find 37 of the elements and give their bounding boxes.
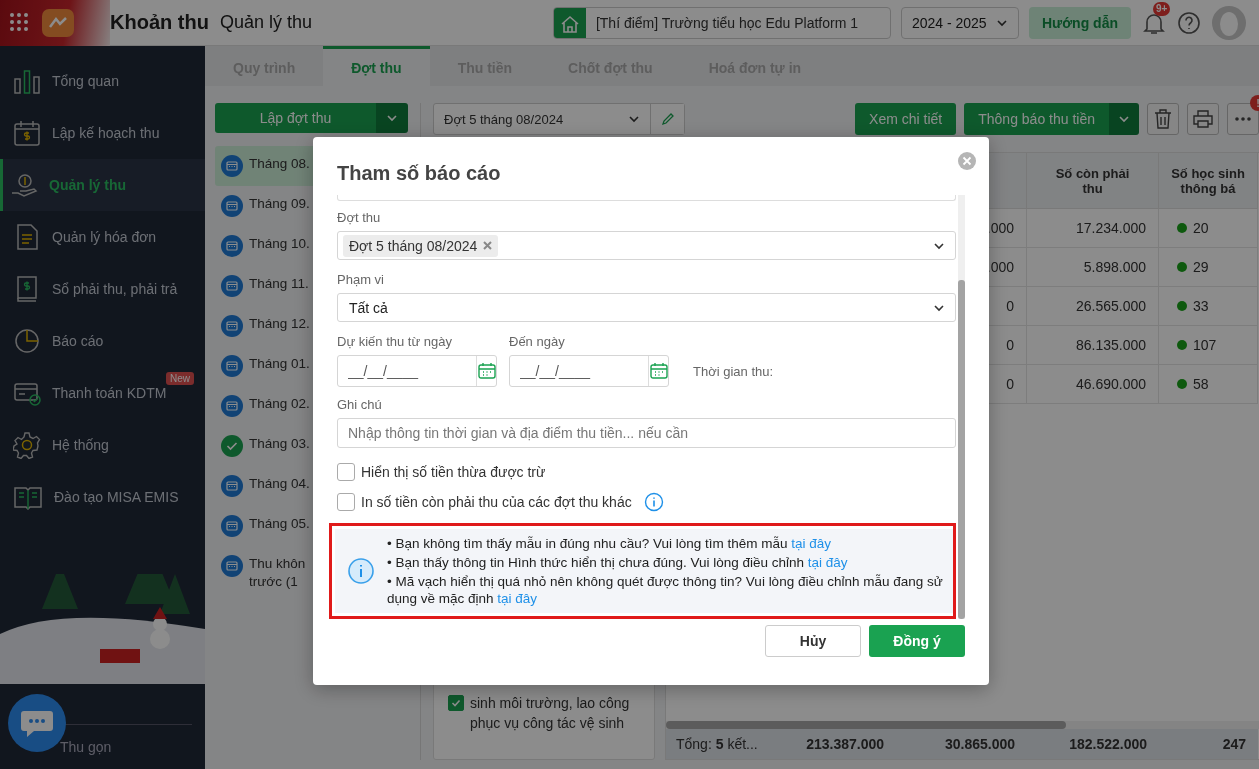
total-label: Tổng: 5 kết... [675,735,759,754]
option-label: In số tiền còn phải thu của các đợt thu khác [361,494,632,511]
student-count: 29 [1193,259,1209,275]
student-count: 107 [1193,337,1217,353]
student-count: 33 [1193,298,1209,314]
table-cell: 17.234.000 [1027,209,1159,248]
notice-text: • Mã vạch hiển thị quá nhỏ nên không quét được thông tin? Vui lòng điều chỉnh mẫu đang sử dụng về mặc định tại đây [387,572,944,607]
notice-text: • Bạn không tìm thấy mẫu in đúng nhu cầu? Vui lòng tìm thêm mẫu tại đây [387,534,832,552]
school-name: [Thí điểm] Trường tiểu học Edu Platform 1 [594,13,860,33]
total-cell-text: 182.522.000 [1068,735,1148,754]
fee-item-label: sinh môi trường, lao công phục vụ công tác vệ sinh [470,694,631,733]
total-cell-text: 213.387.000 [805,735,885,754]
page-title: Quản lý thu [220,12,313,33]
field-label: Đợt thu [337,210,382,226]
field-label: Ghi chú [337,397,383,413]
field-label: Dự kiến thu từ ngày [337,334,453,350]
total-cell-text: 247 [1221,735,1247,754]
notice-text: • Bạn thấy thông tin Hình thức hiển thị chưa đúng. Vui lòng điều chỉnh tại đây [387,553,849,571]
new-badge: New [166,372,194,385]
student-count: 20 [1193,220,1209,236]
table-cell: 5.898.000 [1027,248,1159,287]
table-cell: 26.565.000 [1027,287,1159,326]
time-label: Thời gian thu: [692,364,774,382]
notification-badge: 9+ [1153,1,1171,16]
table-cell: 86.135.000 [1027,326,1159,365]
field-label: Đến ngày [509,334,566,350]
column-header: Số còn phải thu [1054,165,1131,196]
field-label: Phạm vi [337,272,385,288]
batch-select-value: Đợt 5 tháng 08/2024 [444,111,564,127]
total-cell-text: 30.865.000 [943,735,1016,754]
table-cell: 46.690.000 [1027,365,1159,404]
column-header: Số học sinh thông bá [1170,165,1246,196]
student-count: 58 [1193,376,1209,392]
alert-badge: ! [1250,95,1259,111]
option-label: Hiển thị số tiền thừa được trừ [361,464,546,481]
module-name: Khoản thu [110,11,210,34]
scope-value: Tất cả [348,299,388,316]
